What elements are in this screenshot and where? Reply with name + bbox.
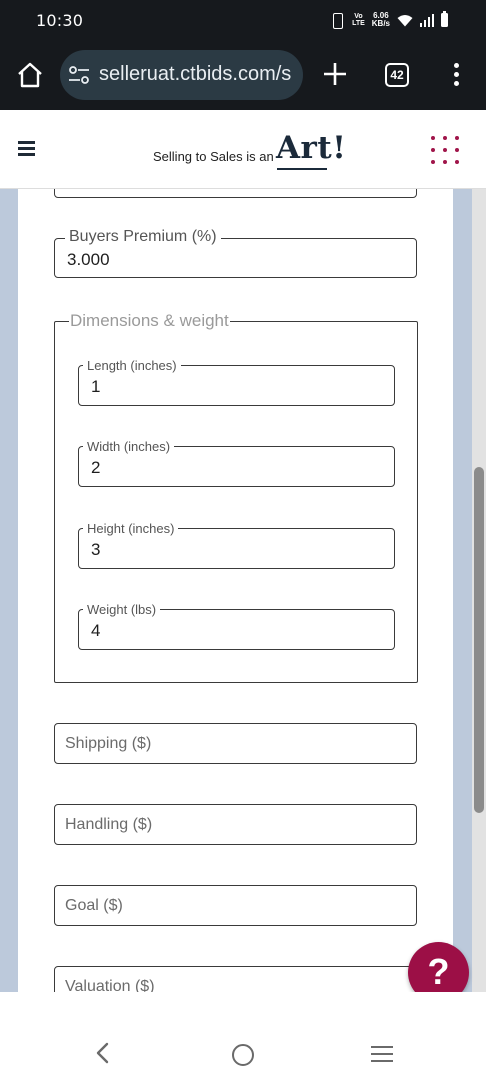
status-time: 10:30: [36, 11, 84, 30]
shipping-placeholder: Shipping ($): [65, 735, 152, 752]
site-header: Selling to Sales is an Art!: [0, 110, 486, 189]
weight-field[interactable]: Weight (lbs) 4: [78, 601, 395, 650]
volte-bottom-text: LTE: [352, 20, 365, 27]
network-speed: 6.06 KB/s: [372, 12, 390, 28]
buyers-premium-field[interactable]: Buyers Premium (%) 3.000: [54, 228, 417, 278]
height-field[interactable]: Height (inches) 3: [78, 520, 395, 569]
length-field[interactable]: Length (inches) 1: [78, 357, 395, 406]
hamburger-icon[interactable]: [18, 141, 35, 156]
volte-icon: Vo LTE: [352, 13, 365, 27]
buyers-premium-value[interactable]: 3.000: [67, 250, 110, 270]
form-panel: Buyers Premium (%) 3.000 Dimensions & we…: [18, 189, 453, 992]
length-value[interactable]: 1: [91, 377, 100, 397]
home-icon[interactable]: [16, 62, 44, 88]
more-vert-icon[interactable]: [450, 63, 462, 87]
network-speed-unit: KB/s: [371, 19, 390, 28]
grid-dots-icon[interactable]: [431, 136, 459, 164]
site-tagline: Selling to Sales is an: [153, 149, 274, 164]
width-value[interactable]: 2: [91, 458, 100, 478]
dimensions-legend: Dimensions & weight: [69, 311, 230, 331]
vibrate-icon: [329, 13, 345, 29]
tune-icon[interactable]: [69, 66, 89, 84]
page-content: Buyers Premium (%) 3.000 Dimensions & we…: [0, 189, 486, 992]
plus-icon[interactable]: [322, 61, 348, 87]
length-label: Length (inches): [83, 357, 181, 375]
weight-value[interactable]: 4: [91, 621, 100, 641]
wifi-icon: [397, 14, 413, 26]
site-logo[interactable]: Art!: [276, 130, 346, 166]
circle-icon[interactable]: [232, 1044, 254, 1066]
menu-lines-icon[interactable]: [371, 1046, 393, 1064]
valuation-field[interactable]: Valuation ($): [54, 966, 417, 992]
address-bar[interactable]: selleruat.ctbids.com/s: [60, 50, 303, 100]
logo-underline: [277, 168, 327, 170]
browser-toolbar: selleruat.ctbids.com/s 42: [0, 40, 486, 110]
height-label: Height (inches): [83, 520, 179, 538]
width-field[interactable]: Width (inches) 2: [78, 438, 395, 487]
volte-top-text: Vo: [354, 13, 363, 20]
weight-label: Weight (lbs): [83, 601, 161, 619]
tab-switcher-button[interactable]: 42: [385, 63, 409, 87]
handling-field[interactable]: Handling ($): [54, 804, 417, 845]
shipping-field[interactable]: Shipping ($): [54, 723, 417, 764]
chevron-left-icon[interactable]: [95, 1042, 109, 1064]
width-label: Width (inches): [83, 438, 175, 456]
previous-field[interactable]: [54, 189, 417, 198]
status-bar: 10:30 Vo LTE 6.06 KB/s: [0, 0, 486, 40]
height-value[interactable]: 3: [91, 540, 100, 560]
goal-placeholder: Goal ($): [65, 897, 123, 914]
buyers-premium-label: Buyers Premium (%): [65, 228, 221, 246]
valuation-placeholder: Valuation ($): [65, 978, 155, 992]
system-nav-bar: [0, 992, 486, 1080]
dimensions-fieldset: Dimensions & weight Length (inches) 1 Wi…: [54, 311, 418, 683]
goal-field[interactable]: Goal ($): [54, 885, 417, 926]
handling-placeholder: Handling ($): [65, 816, 153, 833]
url-text[interactable]: selleruat.ctbids.com/s: [99, 63, 291, 86]
status-icons: Vo LTE 6.06 KB/s: [329, 10, 448, 30]
signal-icon: [420, 13, 434, 27]
scrollbar-thumb[interactable]: [474, 467, 484, 813]
battery-icon: [441, 11, 448, 27]
